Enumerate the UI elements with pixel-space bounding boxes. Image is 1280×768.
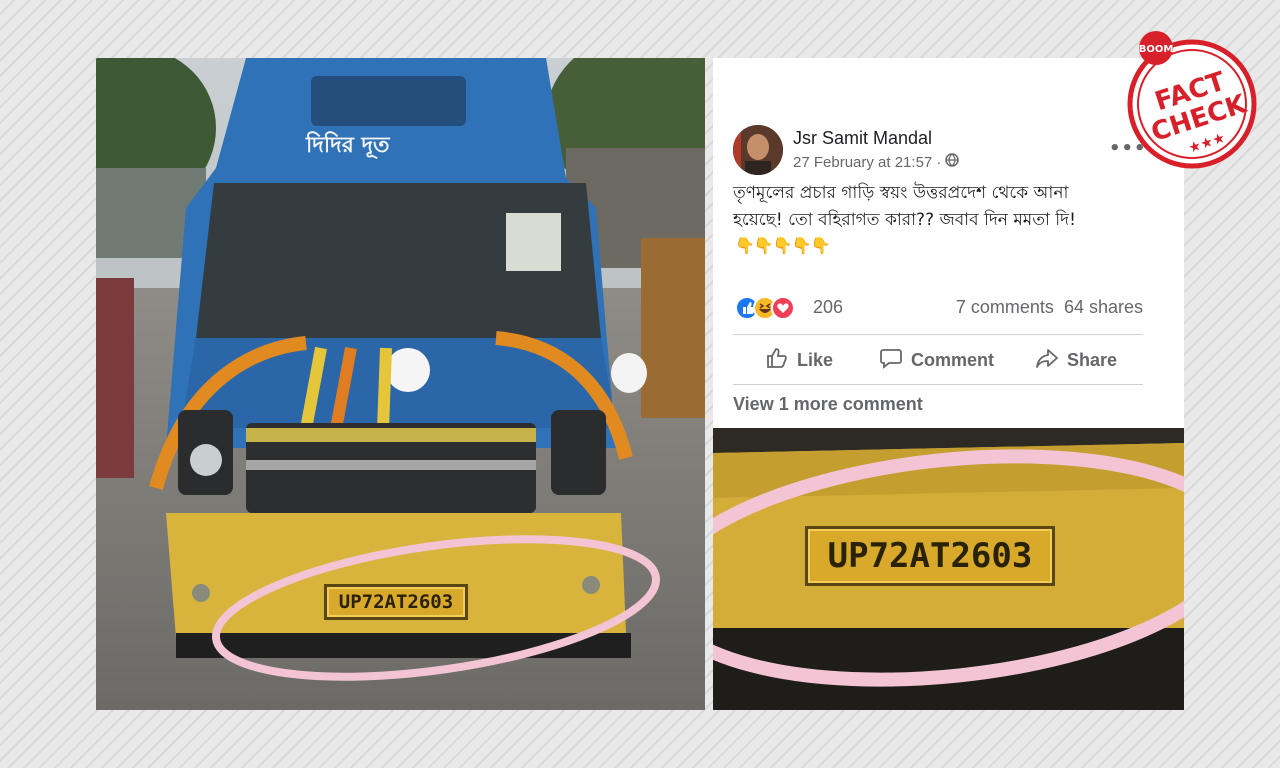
like-button[interactable]: Like [765, 346, 833, 375]
comment-button[interactable]: Comment [879, 346, 994, 375]
post-date-text: 27 February at 21:57 · [793, 153, 942, 171]
divider-top [733, 334, 1143, 335]
globe-icon [945, 153, 960, 171]
avatar-face [733, 125, 783, 175]
reactions-count[interactable]: 206 [813, 297, 843, 318]
post-actions: Like Comment Share [733, 336, 1143, 384]
fact-check-stamp: BOOM FACT CHECK ★★★ [1122, 26, 1258, 172]
van-photo: দিদির দূত UP72AT2603 [96, 58, 705, 710]
comments-shares-counts: 7 comments 64 shares [956, 297, 1143, 318]
plate-closeup-photo: UP72AT2603 [713, 428, 1184, 710]
number-plate: UP72AT2603 [324, 584, 468, 620]
post-text-line-1: তৃণমূলের প্রচার গাড়ি স্বয়ং উত্তরপ্রদেশ… [733, 183, 1069, 203]
plate-closeup-text: UP72AT2603 [827, 536, 1033, 576]
stamp-brand: BOOM [1139, 44, 1174, 55]
stamp-seal: BOOM FACT CHECK ★★★ [1127, 31, 1257, 169]
share-arrow-icon [1035, 346, 1059, 375]
number-plate-closeup: UP72AT2603 [805, 526, 1055, 586]
reaction-icons[interactable] [735, 296, 807, 320]
like-label: Like [797, 350, 834, 370]
facebook-post-card: Jsr Samit Mandal 27 February at 21:57 · … [713, 58, 1184, 428]
view-more-comments-link[interactable]: View 1 more comment [733, 394, 923, 415]
shares-count[interactable]: 64 shares [1064, 297, 1143, 317]
post-date[interactable]: 27 February at 21:57 · [793, 153, 960, 171]
comment-label: Comment [911, 350, 995, 370]
share-button[interactable]: Share [1035, 346, 1117, 375]
divider-bottom [733, 384, 1143, 385]
comment-bubble-icon [879, 346, 903, 375]
reactions-row: 206 7 comments 64 shares [733, 294, 1143, 322]
post-text-line-2: হয়েছে! তো বহিরাগত কারা?? জবাব দিন মমতা … [733, 210, 1076, 230]
pointing-down-emojis: 👇👇👇👇👇 [735, 236, 831, 255]
share-label: Share [1067, 350, 1118, 370]
post-text: তৃণমূলের প্রচার গাড়ি স্বয়ং উত্তরপ্রদেশ… [733, 180, 1163, 234]
thumbs-up-icon [765, 346, 789, 375]
van-banner-text: দিদির দূত [306, 133, 390, 158]
author-name[interactable]: Jsr Samit Mandal [793, 128, 932, 149]
comments-count[interactable]: 7 comments [956, 297, 1054, 317]
author-avatar[interactable] [733, 125, 783, 175]
plate-text: UP72AT2603 [338, 591, 454, 613]
